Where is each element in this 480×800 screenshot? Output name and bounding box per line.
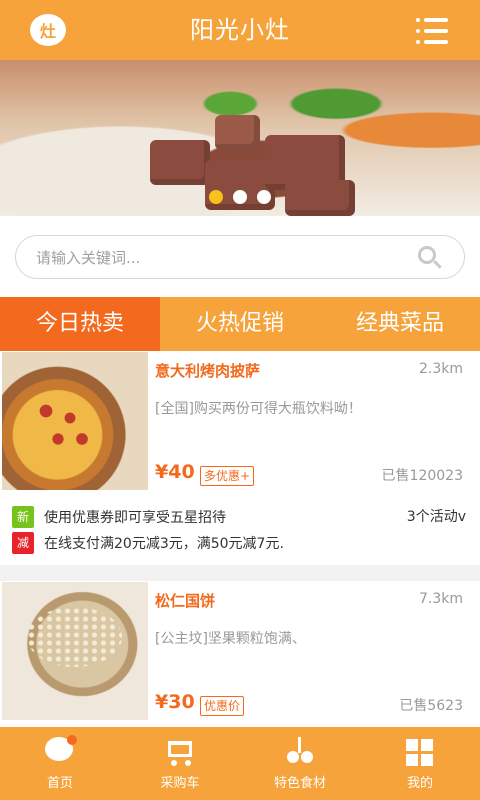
product-item[interactable]: 意大利烤肉披萨 2.3km [全国]购买两份可得大瓶饮料呦！ ¥40 多优惠+ … (0, 352, 480, 492)
product-price: ¥40 (155, 461, 195, 483)
nav-label: 我的 (406, 776, 433, 791)
category-tabs: 今日热卖 火热促销 经典菜品 (0, 297, 480, 351)
nav-label: 特色食材 (273, 776, 326, 791)
promo-line: 新 使用优惠券即可享受五星招待 (12, 506, 226, 528)
product-description: [全国]购买两份可得大瓶饮料呦！ (155, 401, 362, 417)
activity-count-toggle[interactable]: 3个活动v (407, 506, 466, 526)
product-image[interactable] (2, 582, 148, 720)
discount-tag[interactable]: 多优惠+ (200, 466, 255, 486)
nav-profile[interactable]: 我的 (360, 727, 480, 800)
carousel-dot[interactable] (257, 190, 271, 204)
new-badge: 新 (12, 506, 34, 528)
carousel-dot[interactable] (233, 190, 247, 204)
product-description: [公主坟]坚果颗粒饱满、 (155, 631, 306, 647)
discount-badge: 减 (12, 532, 34, 554)
grid-icon (403, 737, 437, 767)
nav-specialty[interactable]: 特色食材 (240, 727, 360, 800)
cart-icon (163, 737, 197, 767)
carousel-dots (0, 190, 480, 206)
sold-count: 已售5623 (399, 698, 463, 714)
carousel-dot[interactable] (209, 190, 223, 204)
page-title: 阳光小灶 (190, 16, 290, 44)
bottom-nav: 首页 采购车 特色食材 我的 (0, 727, 480, 800)
nav-label: 首页 (46, 776, 73, 791)
app-header: 灶 阳光小灶 (0, 0, 480, 60)
product-distance: 7.3km (418, 591, 463, 607)
discount-tag[interactable]: 优惠价 (200, 696, 245, 716)
product-item[interactable]: 松仁国饼 7.3km [公主坟]坚果颗粒饱满、 ¥30 优惠价 已售5623 (0, 582, 480, 722)
promo-text: 在线支付满20元减3元，满50元减7元. (44, 536, 284, 552)
promo-text: 使用优惠券即可享受五星招待 (44, 510, 226, 526)
product-name[interactable]: 意大利烤肉披萨 (155, 360, 260, 381)
tab-promotions[interactable]: 火热促销 (160, 297, 320, 351)
nav-home[interactable]: 首页 (0, 727, 120, 800)
chat-bubble-icon (43, 735, 77, 767)
cherry-icon (283, 737, 317, 767)
menu-list-icon[interactable] (416, 18, 448, 44)
product-distance: 2.3km (418, 361, 463, 377)
tab-hot-today[interactable]: 今日热卖 (0, 297, 160, 351)
search-bar (15, 235, 465, 279)
search-icon[interactable] (418, 246, 442, 270)
sold-count: 已售120023 (381, 468, 463, 484)
product-name[interactable]: 松仁国饼 (155, 590, 215, 611)
tab-classic-dishes[interactable]: 经典菜品 (320, 297, 480, 351)
product-image[interactable] (2, 352, 148, 490)
nav-cart[interactable]: 采购车 (120, 727, 240, 800)
search-input[interactable] (36, 246, 406, 270)
promotions: 新 使用优惠券即可享受五星招待 减 在线支付满20元减3元，满50元减7元. 3… (0, 502, 480, 558)
nav-label: 采购车 (160, 776, 200, 791)
promo-line: 减 在线支付满20元减3元，满50元减7元. (12, 532, 284, 554)
product-price: ¥30 (155, 691, 195, 713)
section-divider (0, 565, 480, 581)
